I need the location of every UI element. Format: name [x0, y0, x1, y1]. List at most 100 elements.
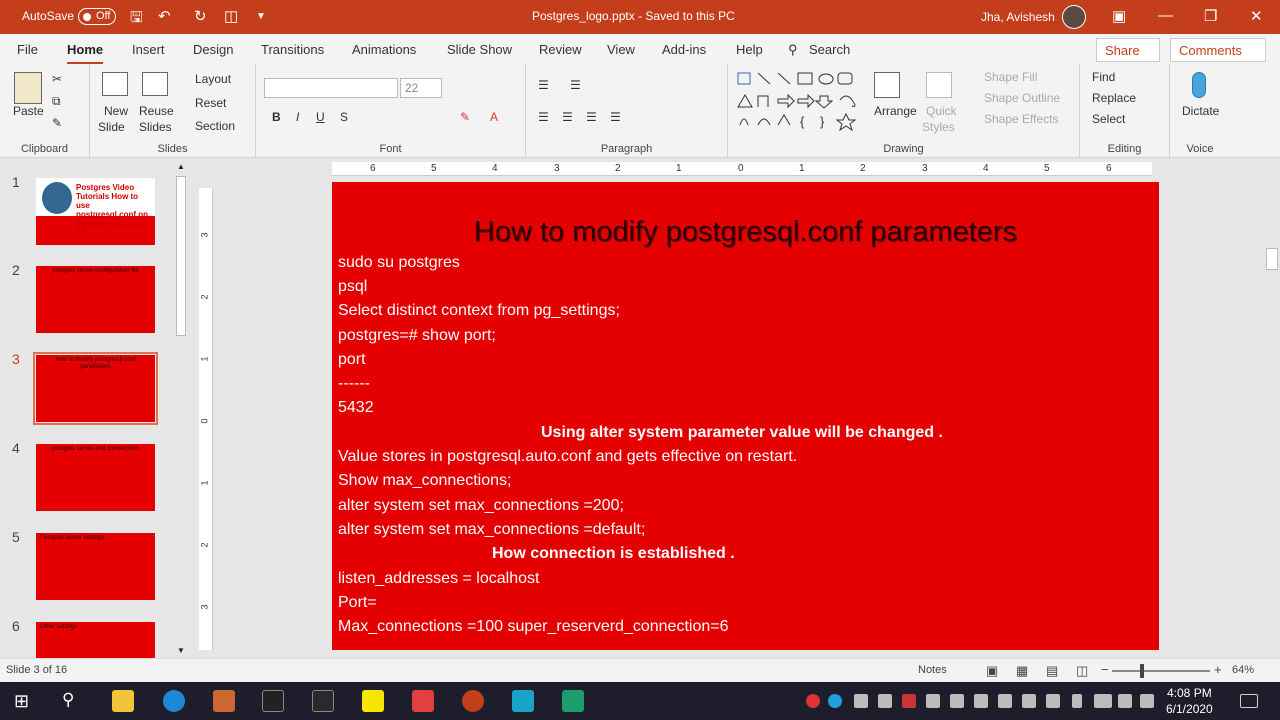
shape-outline-button[interactable]: Shape Outline [984, 91, 1060, 105]
file-explorer-icon[interactable] [112, 690, 134, 712]
tab-slide-show[interactable]: Slide Show [447, 42, 512, 57]
skype-icon[interactable] [828, 694, 842, 708]
notifications-icon[interactable] [1240, 694, 1258, 708]
snipping-tool-icon[interactable] [213, 690, 235, 712]
close-icon[interactable]: ✕ [1250, 7, 1263, 25]
zoom-slider-knob[interactable] [1140, 664, 1144, 678]
ribbon-display-icon[interactable]: ▣ [1112, 7, 1126, 25]
slide-text-line[interactable]: 5432 [338, 399, 374, 417]
dictate-button[interactable]: Dictate [1182, 104, 1219, 118]
tab-home[interactable]: Home [67, 42, 104, 65]
slide-heading-line[interactable]: Using alter system parameter value will … [541, 424, 943, 442]
reuse-slides-button-2[interactable]: Slides [139, 120, 172, 134]
slide-thumbnail-4[interactable]: postgres server and connections [36, 444, 155, 511]
new-slide-icon[interactable] [102, 72, 128, 96]
slide-text-line[interactable]: Value stores in postgresql.auto.conf and… [338, 448, 797, 466]
slide-text-line[interactable]: Port= [338, 594, 377, 612]
slide-text-line[interactable]: ------ [338, 375, 370, 393]
reuse-slides-icon[interactable] [142, 72, 168, 96]
cut-icon[interactable]: ✂ [52, 72, 62, 86]
quick-styles-icon[interactable] [926, 72, 952, 98]
shapes-gallery[interactable]: { } [736, 70, 866, 132]
slide-text-line[interactable]: Max_connections =100 super_reserverd_con… [338, 618, 728, 636]
copy-icon[interactable]: ⧉ [52, 94, 61, 109]
slide-text-line[interactable]: alter system set max_connections =200; [338, 497, 624, 515]
align-center-icon[interactable]: ☰ [562, 110, 573, 124]
search-box[interactable]: Search [809, 42, 850, 57]
replace-button[interactable]: Replace [1092, 91, 1136, 105]
align-right-icon[interactable]: ☰ [586, 110, 597, 124]
reset-button[interactable]: Reset [195, 96, 226, 110]
tab-help[interactable]: Help [736, 42, 763, 57]
slide-thumbnail-3[interactable]: How to modify postgresql.conf parameters [33, 352, 158, 425]
slide-title[interactable]: How to modify postgresql.conf parameters [332, 216, 1159, 249]
quick-styles-button-2[interactable]: Styles [922, 120, 955, 134]
slide-text-line[interactable]: Show max_connections; [338, 472, 511, 490]
tray-icon[interactable] [926, 694, 940, 708]
microphone-icon[interactable] [1192, 72, 1206, 98]
font-size-input[interactable]: 22 [400, 78, 442, 98]
present-icon[interactable]: ◫ [224, 7, 238, 25]
slide-text-line[interactable]: psql [338, 278, 367, 296]
shape-fill-button[interactable]: Shape Fill [984, 70, 1037, 84]
slide-text-line[interactable]: alter system set max_connections =defaul… [338, 521, 645, 539]
zoom-out-icon[interactable]: − [1101, 662, 1109, 677]
scroll-thumb[interactable] [1266, 248, 1278, 270]
slide-text-line[interactable]: sudo su postgres [338, 254, 460, 272]
slide-thumbnail-6[interactable]: Other settings [36, 622, 155, 658]
slide-thumbnail-2[interactable]: postgres server configuration file [36, 266, 155, 333]
tab-view[interactable]: View [607, 42, 635, 57]
slide-canvas[interactable]: How to modify postgresql.conf parameters… [332, 182, 1159, 650]
battery-icon[interactable] [1094, 694, 1112, 708]
bold-button[interactable]: B [272, 110, 281, 124]
tray-icon[interactable] [974, 694, 988, 708]
numbering-icon[interactable]: ☰ [570, 78, 581, 92]
section-button[interactable]: Section [195, 119, 235, 133]
zoom-slider[interactable] [1112, 664, 1210, 678]
reuse-slides-button[interactable]: Reuse [139, 104, 174, 118]
underline-button[interactable]: U [316, 110, 325, 124]
font-color-icon[interactable]: A [490, 110, 498, 124]
edge-icon[interactable] [163, 690, 185, 712]
slide-thumbnail-5[interactable]: Postgres server settings [36, 533, 155, 600]
arrange-icon[interactable] [874, 72, 900, 98]
new-slide-button[interactable]: New [104, 104, 128, 118]
normal-view-icon[interactable]: ▣ [986, 663, 998, 679]
font-name-input[interactable] [264, 78, 398, 98]
paste-button[interactable]: Paste [13, 104, 44, 118]
editor-scrollbar[interactable] [1264, 158, 1280, 658]
find-button[interactable]: Find [1092, 70, 1115, 84]
tab-insert[interactable]: Insert [132, 42, 165, 57]
bullets-icon[interactable]: ☰ [538, 78, 549, 92]
thumbnails-scrollbar[interactable]: ▲ ▼ [174, 162, 188, 658]
search-icon[interactable]: ⚲ [788, 42, 798, 58]
cloud-icon[interactable] [854, 694, 868, 708]
terminal-icon[interactable] [262, 690, 284, 712]
slideshow-view-icon[interactable]: ◫ [1076, 663, 1088, 679]
tray-icon[interactable] [950, 694, 964, 708]
tab-file[interactable]: File [17, 42, 38, 57]
putty-icon[interactable] [312, 690, 334, 712]
scroll-thumb[interactable] [176, 176, 186, 336]
undo-icon[interactable]: ↶ [158, 7, 171, 25]
security-icon[interactable] [902, 694, 916, 708]
slide-heading-line[interactable]: How connection is established . [492, 545, 735, 563]
slide-text-line[interactable]: listen_addresses = localhost [338, 570, 539, 588]
tray-icon[interactable] [878, 694, 892, 708]
slide-text-line[interactable]: port [338, 351, 366, 369]
powerpoint-icon[interactable] [462, 690, 484, 712]
search-icon[interactable]: ⚲ [62, 690, 74, 710]
avatar[interactable] [1062, 5, 1086, 29]
comments-button[interactable]: Comments [1170, 38, 1266, 62]
notes-button[interactable]: Notes [918, 664, 947, 676]
wifi-icon[interactable] [1118, 694, 1132, 708]
autosave-toggle[interactable]: Off [78, 8, 116, 25]
scroll-down-icon[interactable]: ▼ [177, 646, 185, 655]
chevron-up-icon[interactable] [1072, 694, 1082, 708]
volume-icon[interactable] [1140, 694, 1154, 708]
new-slide-button-2[interactable]: Slide [98, 120, 125, 134]
reading-view-icon[interactable]: ▤ [1046, 663, 1058, 679]
italic-button[interactable]: I [296, 110, 299, 124]
tab-animations[interactable]: Animations [352, 42, 416, 57]
slide-thumbnail-1[interactable]: Postgres Video Tutorials How to use post… [36, 178, 155, 245]
